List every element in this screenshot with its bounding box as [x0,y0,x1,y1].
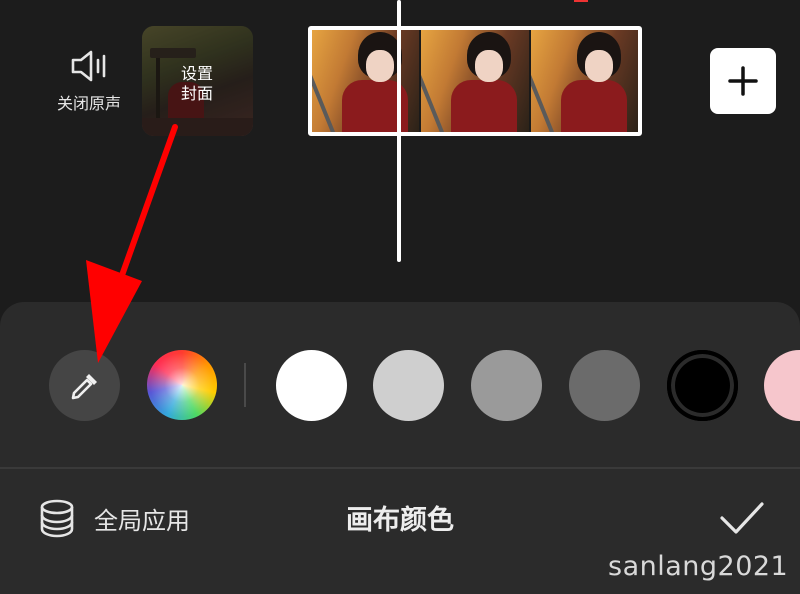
annotation-arrow-icon [86,124,178,363]
